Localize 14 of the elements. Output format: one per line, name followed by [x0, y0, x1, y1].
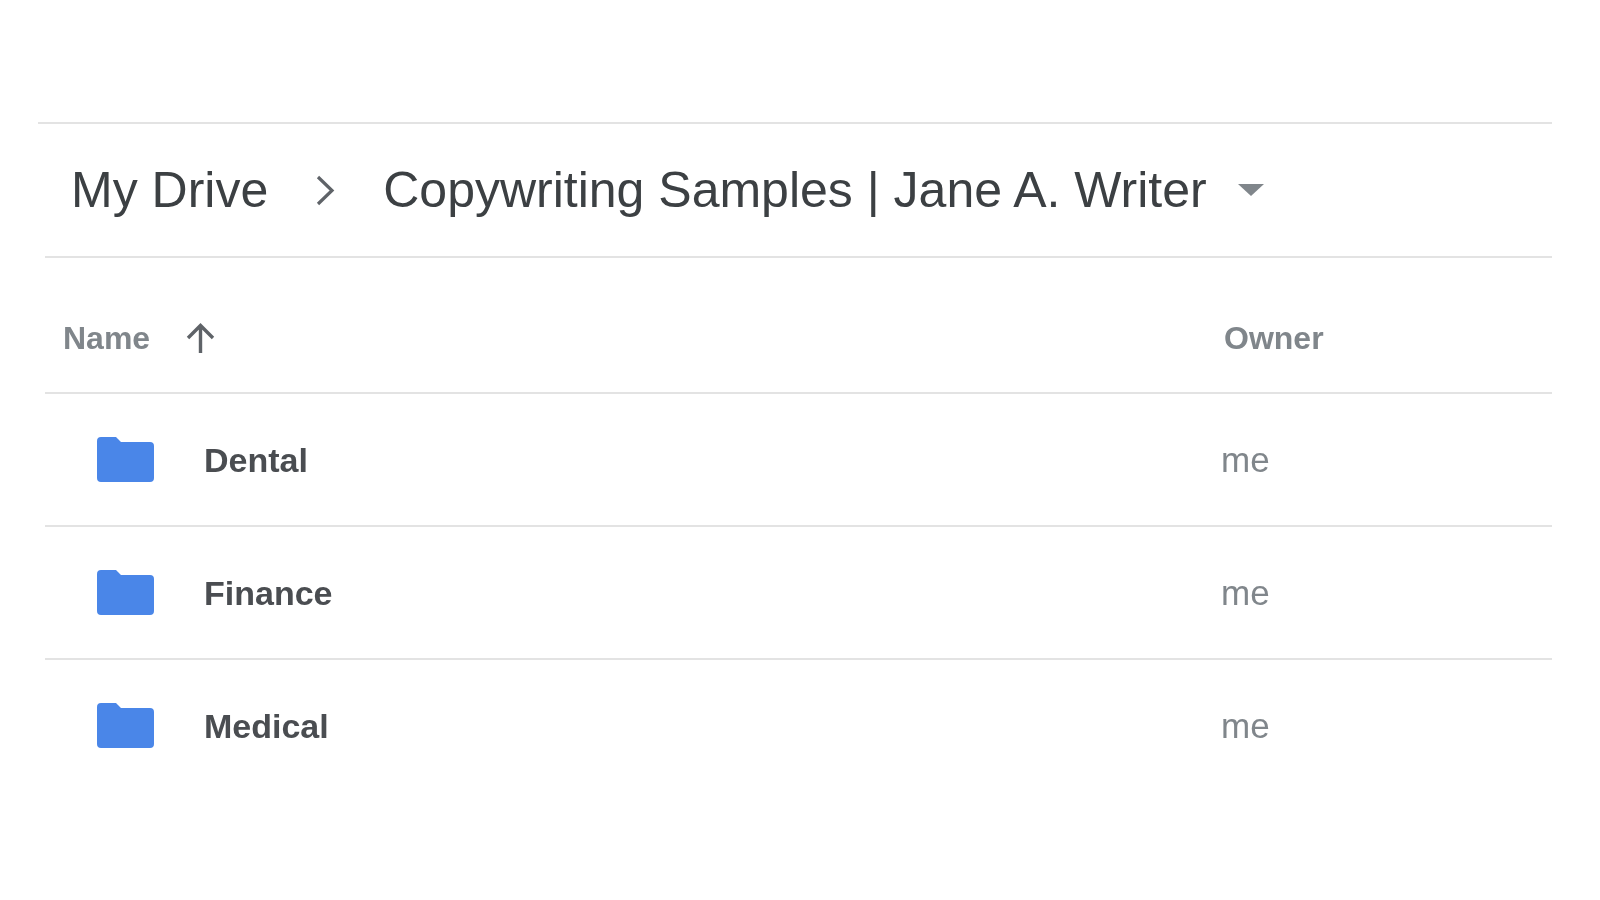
folder-icon: [97, 437, 154, 482]
column-header[interactable]: Owner: [1224, 322, 1324, 354]
table-cell: me: [1221, 708, 1270, 743]
column-header[interactable]: Name: [63, 322, 151, 354]
folder-icon: [97, 703, 154, 748]
table-cell: Dental: [204, 442, 308, 477]
table-cell: Medical: [204, 708, 329, 743]
table-cell: me: [1221, 442, 1270, 477]
breadcrumb-link[interactable]: My Drive: [71, 165, 269, 215]
folder-icon: [97, 570, 154, 615]
chevron-right-icon: [315, 174, 337, 206]
breadcrumb-dropdown[interactable]: Copywriting Samples | Jane A. Writer: [383, 165, 1264, 215]
table-cell: Finance: [204, 575, 333, 610]
table-cell: me: [1221, 575, 1270, 610]
